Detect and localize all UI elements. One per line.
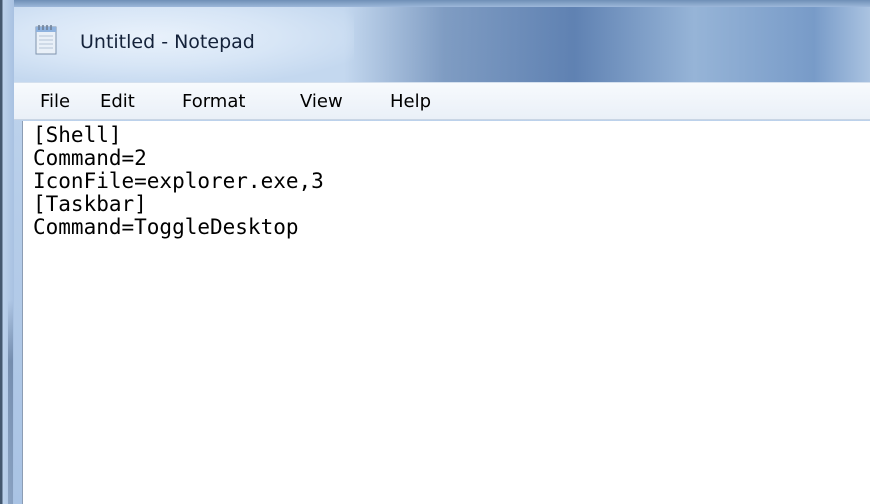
notepad-icon[interactable] [34, 23, 58, 55]
editor-line: Command=ToggleDesktop [33, 215, 299, 239]
editor-line: [Taskbar] [33, 192, 147, 216]
menu-edit[interactable]: Edit [100, 83, 135, 120]
notepad-window: Untitled - Notepad File Edit Format View… [0, 0, 870, 504]
window-title: Untitled - Notepad [80, 31, 255, 53]
menu-view[interactable]: View [300, 83, 343, 120]
menu-help[interactable]: Help [390, 83, 431, 120]
menu-format[interactable]: Format [182, 83, 245, 120]
editor-line: IconFile=explorer.exe,3 [33, 169, 324, 193]
text-editor[interactable]: [Shell] Command=2 IconFile=explorer.exe,… [22, 121, 870, 504]
window-top-border [0, 0, 870, 7]
menu-file[interactable]: File [40, 83, 70, 120]
window-left-shadow [8, 300, 13, 504]
editor-line: Command=2 [33, 146, 147, 170]
editor-line: [Shell] [33, 123, 122, 147]
menu-bar: File Edit Format View Help [14, 82, 870, 120]
